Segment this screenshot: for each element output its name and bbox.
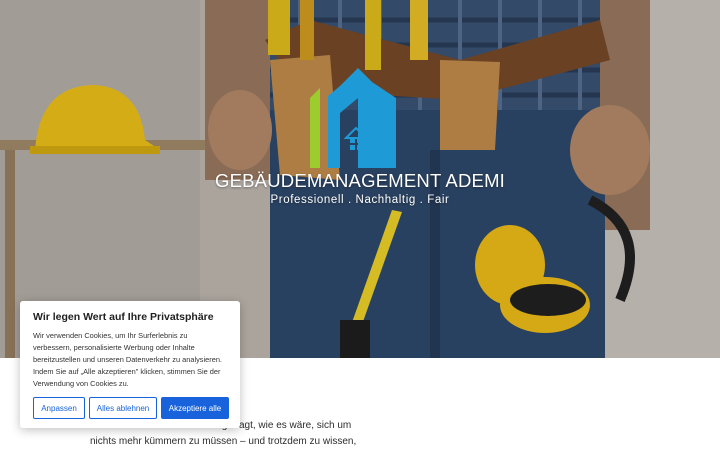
house-logo-icon [310,68,396,168]
cookie-text: Wir verwenden Cookies, um Ihr Surferlebn… [33,331,222,388]
cookie-consent-dialog: Wir legen Wert auf Ihre Privatsphäre Wir… [20,301,240,428]
reject-all-button[interactable]: Alles ablehnen [89,397,157,419]
brand-tagline: Professionell . Nachhaltig . Fair [270,194,450,206]
customize-button[interactable]: Anpassen [33,397,85,419]
brand[interactable]: GEBÄUDEMANAGEMENT ADEMI Professionell . … [0,68,720,206]
cookie-buttons: Anpassen Alles ablehnen Akzeptiere alle [33,397,229,419]
cookie-title: Wir legen Wert auf Ihre Privatsphäre [33,311,214,323]
brand-name: GEBÄUDEMANAGEMENT ADEMI [214,170,506,191]
accept-all-button[interactable]: Akzeptiere alle [161,397,229,419]
